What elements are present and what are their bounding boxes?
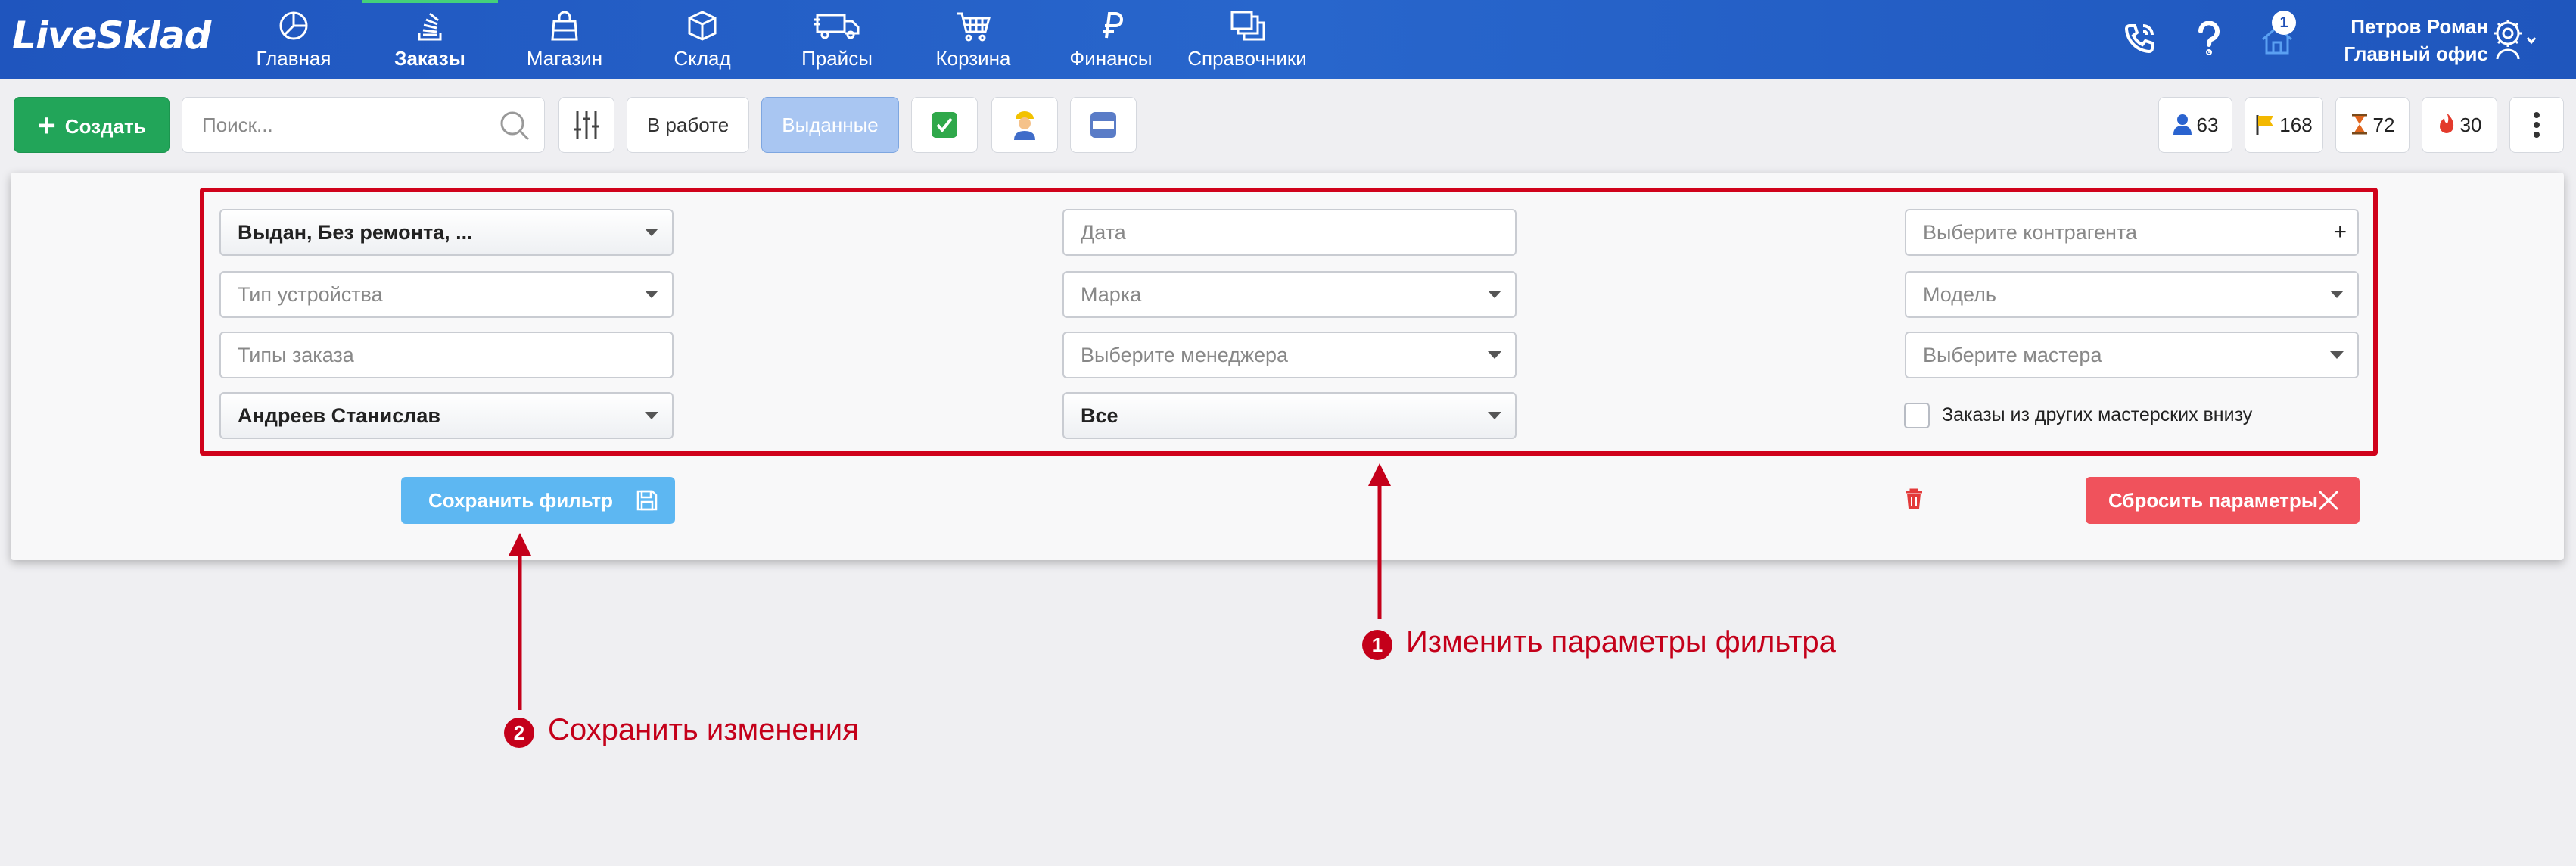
- user-office[interactable]: Главный офис: [2344, 42, 2488, 66]
- plus-icon: +: [37, 107, 56, 143]
- nav-label: Прайсы: [801, 47, 873, 70]
- nav-item-shop[interactable]: Магазин: [496, 9, 633, 70]
- step-2-text: Сохранить изменения: [548, 713, 859, 746]
- nav-item-finance[interactable]: Финансы: [1043, 9, 1179, 70]
- more-options-button[interactable]: [2509, 97, 2564, 153]
- counter-pending[interactable]: 72: [2335, 97, 2410, 153]
- save-filter-label: Сохранить фильтр: [428, 489, 614, 512]
- box-icon: [688, 11, 717, 41]
- filter-params-highlight: [200, 188, 2378, 456]
- ruble-icon: [1103, 12, 1123, 39]
- create-button-label: Создать: [64, 115, 146, 138]
- top-navigation-bar: LiveSklad Главная Заказы Магазин Склад П…: [0, 0, 2576, 79]
- user-name[interactable]: Петров Роман: [2350, 15, 2488, 39]
- search-input[interactable]: [182, 98, 485, 152]
- shop-bag-icon: [551, 11, 578, 41]
- step-1-badge: 1: [1362, 630, 1392, 660]
- close-icon: [2318, 490, 2339, 511]
- nav-label: Склад: [674, 47, 731, 70]
- nav-label: Справочники: [1187, 47, 1307, 70]
- app-logo[interactable]: LiveSklad: [12, 14, 211, 58]
- counter-clients[interactable]: 63: [2158, 97, 2232, 153]
- dashboard-icon: [279, 11, 308, 40]
- filter-settings-button[interactable]: [558, 97, 614, 153]
- nav-label: Финансы: [1069, 47, 1153, 70]
- fire-icon: [2439, 113, 2453, 133]
- delete-filter-icon[interactable]: [1904, 488, 1924, 510]
- new-filter-button[interactable]: [1070, 97, 1137, 153]
- copy-icon: [1230, 11, 1265, 41]
- orders-icon: [418, 12, 442, 41]
- nav-item-references[interactable]: Справочники: [1179, 9, 1315, 70]
- reset-params-button[interactable]: Сбросить параметры: [2086, 477, 2360, 524]
- arrow-up-icon: [1368, 463, 1391, 619]
- counter-value: 30: [2459, 114, 2482, 136]
- flag-icon: [2256, 115, 2274, 135]
- nav-label: Корзина: [935, 47, 1011, 70]
- new-badge-icon: [1090, 112, 1116, 138]
- nav-item-prices[interactable]: Прайсы: [769, 9, 905, 70]
- floppy-disk-icon: [636, 490, 658, 511]
- help-icon[interactable]: [2196, 21, 2222, 56]
- nav-active-indicator: [362, 0, 498, 3]
- counter-flags[interactable]: 168: [2245, 97, 2323, 153]
- user-settings-icon[interactable]: [2488, 17, 2537, 62]
- search-box: [182, 97, 545, 153]
- nav-label: Магазин: [526, 47, 603, 70]
- notification-badge: 1: [2272, 11, 2296, 35]
- counter-value: 72: [2372, 114, 2395, 136]
- user-icon: [2173, 114, 2192, 135]
- reset-params-label: Сбросить параметры: [2108, 489, 2318, 512]
- hourglass-icon: [2351, 114, 2367, 135]
- nav-item-cart[interactable]: Корзина: [905, 9, 1041, 70]
- sliders-icon: [574, 111, 599, 139]
- nav-item-home[interactable]: Главная: [226, 9, 362, 70]
- step-1-text: Изменить параметры фильтра: [1406, 625, 1836, 659]
- save-filter-button[interactable]: Сохранить фильтр: [401, 477, 675, 524]
- counter-value: 168: [2279, 114, 2313, 136]
- nav-label: Заказы: [394, 47, 465, 70]
- kebab-menu-icon: [2534, 112, 2540, 138]
- master-filter-button[interactable]: [991, 97, 1058, 153]
- counter-value: 63: [2196, 114, 2219, 136]
- done-filter-button[interactable]: [911, 97, 978, 153]
- cart-icon: [957, 12, 991, 42]
- tab-issued[interactable]: Выданные: [761, 97, 899, 153]
- arrow-up-icon: [509, 533, 531, 710]
- truck-icon: [814, 14, 860, 39]
- nav-item-warehouse[interactable]: Склад: [634, 9, 770, 70]
- nav-label: Главная: [256, 47, 331, 70]
- check-box-icon: [932, 112, 957, 138]
- counter-urgent[interactable]: 30: [2422, 97, 2497, 153]
- phone-icon[interactable]: [2122, 21, 2157, 56]
- worker-icon: [1014, 111, 1035, 140]
- create-button[interactable]: + Создать: [14, 97, 170, 153]
- tab-in-work[interactable]: В работе: [627, 97, 749, 153]
- search-icon[interactable]: [499, 110, 530, 142]
- nav-item-orders[interactable]: Заказы: [362, 9, 498, 70]
- step-2-badge: 2: [504, 718, 534, 748]
